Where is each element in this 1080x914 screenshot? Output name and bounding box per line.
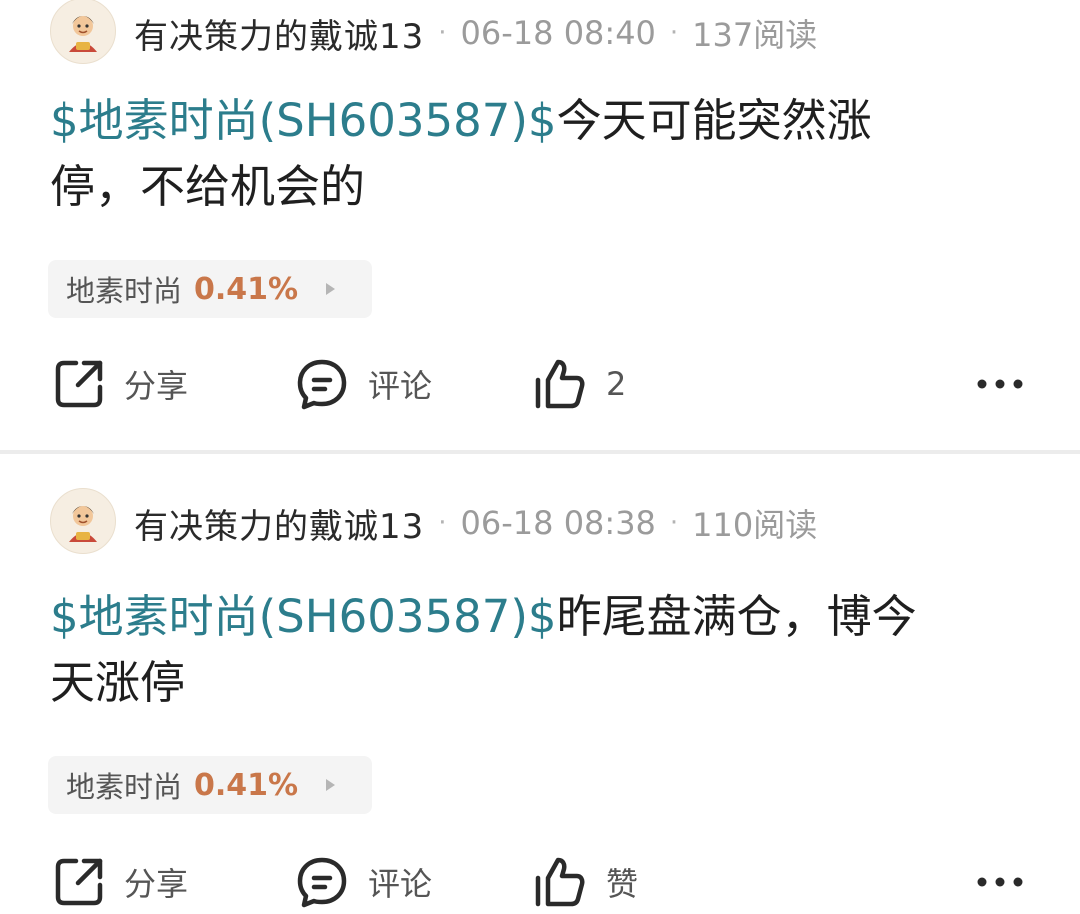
stock-change: 0.41% (194, 271, 299, 307)
meta-separator: · (438, 508, 447, 538)
stock-chip[interactable]: 地素时尚 0.41% (48, 260, 372, 318)
post-text-line1: 今天可能突然涨 (556, 94, 872, 147)
stock-name: 地素时尚 (66, 274, 183, 308)
post-content[interactable]: $地素时尚(SH603587)$昨尾盘满仓，博今 天涨停 (50, 584, 1010, 716)
more-button[interactable] (976, 850, 1024, 914)
more-dots-icon (976, 876, 1024, 888)
avatar-icon[interactable] (50, 0, 116, 64)
comment-label: 评论 (368, 865, 433, 903)
thumbs-up-icon (532, 356, 588, 412)
post-time: 06-18 08:40 (460, 14, 656, 52)
comment-label: 评论 (368, 367, 433, 405)
meta-separator: · (438, 18, 447, 48)
author-name[interactable]: 有决策力的戴诚13 (134, 9, 424, 58)
stock-name: 地素时尚 (66, 770, 183, 804)
share-icon (52, 855, 106, 909)
chevron-right-icon (326, 779, 336, 791)
chevron-right-icon (326, 283, 336, 295)
post-header: 有决策力的戴诚13 · 06-18 08:40 · 137阅读 (50, 0, 818, 64)
comment-button[interactable]: 评论 (294, 850, 432, 914)
stock-tag-link[interactable]: $地素时尚(SH603587)$ (50, 590, 557, 643)
stock-chip[interactable]: 地素时尚 0.41% (48, 756, 372, 814)
share-button[interactable]: 分享 (52, 352, 188, 416)
thumbs-up-icon (532, 854, 588, 910)
post-time: 06-18 08:38 (460, 504, 656, 542)
post-text-line1: 昨尾盘满仓，博今 (556, 590, 917, 643)
comment-icon (294, 356, 350, 412)
share-icon (52, 357, 106, 411)
post-content[interactable]: $地素时尚(SH603587)$今天可能突然涨 停，不给机会的 (50, 88, 1010, 220)
post-text-line2: 天涨停 (50, 656, 186, 709)
meta-separator: · (669, 508, 679, 538)
comment-icon (294, 854, 350, 910)
action-bar: 分享 评论 2 (0, 352, 1080, 416)
more-button[interactable] (976, 352, 1024, 416)
post-card[interactable]: 有决策力的戴诚13 · 06-18 08:40 · 137阅读 $地素时尚(SH… (0, 0, 1080, 452)
share-label: 分享 (124, 865, 189, 903)
share-button[interactable]: 分享 (52, 850, 188, 914)
view-count: 137阅读 (692, 16, 818, 54)
more-dots-icon (976, 378, 1024, 390)
stock-change: 0.41% (194, 767, 299, 803)
stock-tag-link[interactable]: $地素时尚(SH603587)$ (50, 94, 557, 147)
avatar-icon[interactable] (50, 488, 116, 554)
post-card[interactable]: 有决策力的戴诚13 · 06-18 08:38 · 110阅读 $地素时尚(SH… (0, 454, 1080, 908)
post-text-line2: 停，不给机会的 (50, 160, 366, 213)
like-label: 赞 (606, 865, 639, 903)
post-header: 有决策力的戴诚13 · 06-18 08:38 · 110阅读 (50, 488, 818, 554)
comment-button[interactable]: 评论 (294, 352, 432, 416)
author-name[interactable]: 有决策力的戴诚13 (134, 499, 424, 548)
share-label: 分享 (124, 367, 189, 405)
like-count: 2 (606, 365, 627, 403)
action-bar: 分享 评论 赞 (0, 850, 1080, 914)
meta-separator: · (669, 18, 679, 48)
view-count: 110阅读 (692, 506, 818, 544)
like-button[interactable]: 赞 (532, 850, 638, 914)
like-button[interactable]: 2 (532, 352, 626, 416)
